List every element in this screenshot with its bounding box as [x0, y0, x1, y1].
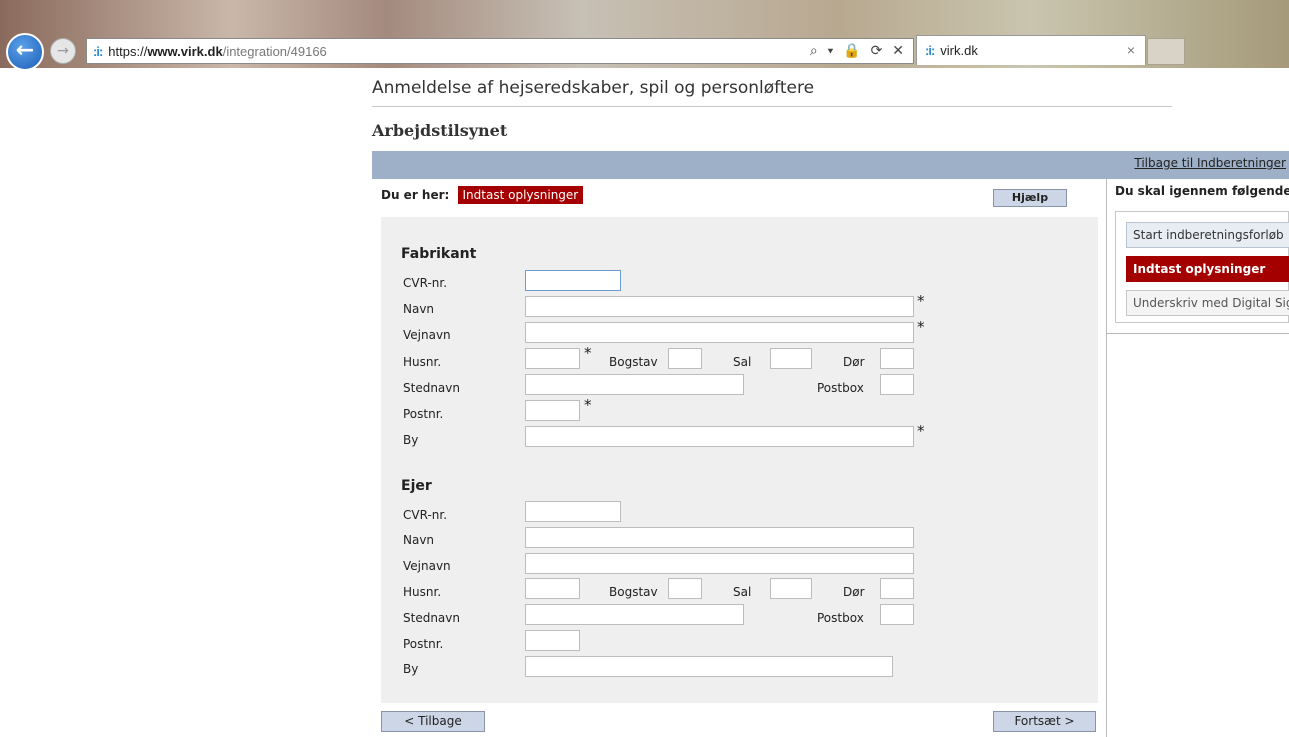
form-panel: [381, 217, 1098, 703]
step-start[interactable]: Start indberetningsforløb: [1126, 222, 1289, 248]
ejer-husnr-input[interactable]: [525, 578, 580, 599]
label-fab-postnr: Postnr.: [403, 407, 444, 421]
label-ejer-stednavn: Stednavn: [403, 611, 460, 625]
back-to-reports-link[interactable]: Tilbage til Indberetninger: [1134, 156, 1286, 170]
steps-divider: [1106, 333, 1289, 334]
site-favicon-icon: :i:: [93, 43, 103, 59]
address-bar[interactable]: :i: https://www.virk.dk/integration/4916…: [86, 38, 914, 64]
fab-bogstav-input[interactable]: [668, 348, 702, 369]
address-actions-icons[interactable]: ⌕ ▾ 🔒 ⟳ ✕: [810, 42, 907, 59]
breadcrumb: Du er her: Indtast oplysninger: [381, 186, 584, 204]
ejer-sal-input[interactable]: [770, 578, 812, 599]
section-title-ejer: Ejer: [401, 478, 432, 494]
ejer-postbox-input[interactable]: [880, 604, 914, 625]
fab-vejnavn-input[interactable]: [525, 322, 914, 343]
fab-postnr-input[interactable]: [525, 400, 580, 421]
url-host: www.virk.dk: [147, 43, 223, 59]
back-button[interactable]: < Tilbage: [381, 711, 485, 732]
fab-sal-input[interactable]: [770, 348, 812, 369]
ejer-vejnavn-input[interactable]: [525, 553, 914, 574]
label-fab-dor: Dør: [843, 355, 865, 369]
url-scheme: https://: [108, 43, 148, 59]
browser-tab[interactable]: :i: virk.dk ×: [916, 35, 1146, 65]
forward-arrow-icon[interactable]: →: [50, 38, 76, 64]
label-fab-postbox: Postbox: [817, 381, 864, 395]
ejer-dor-input[interactable]: [880, 578, 914, 599]
fab-by-input[interactable]: [525, 426, 914, 447]
required-mark: *: [917, 422, 925, 440]
tab-close-icon[interactable]: ×: [1127, 42, 1135, 58]
browser-chrome: ← → :i: https://www.virk.dk/integration/…: [0, 0, 1289, 71]
label-ejer-bogstav: Bogstav: [609, 585, 658, 599]
label-ejer-dor: Dør: [843, 585, 865, 599]
label-fab-stednavn: Stednavn: [403, 381, 460, 395]
back-arrow-icon[interactable]: ←: [6, 33, 44, 71]
ejer-cvr-input[interactable]: [525, 501, 621, 522]
fab-stednavn-input[interactable]: [525, 374, 744, 395]
label-fab-vejnavn: Vejnavn: [403, 328, 451, 342]
tab-favicon-icon: :i:: [925, 43, 935, 58]
fab-dor-input[interactable]: [880, 348, 914, 369]
required-mark: *: [584, 344, 592, 362]
label-fab-cvr: CVR-nr.: [403, 276, 448, 290]
steps-heading: Du skal igennem følgende: [1115, 184, 1289, 198]
steps-list: Start indberetningsforløb Indtast oplysn…: [1115, 211, 1289, 323]
label-fab-by: By: [403, 433, 419, 447]
fab-husnr-input[interactable]: [525, 348, 580, 369]
step-sign: Underskriv med Digital Signatur: [1126, 290, 1289, 316]
ejer-by-input[interactable]: [525, 656, 893, 677]
tab-title: virk.dk: [940, 43, 978, 58]
ejer-bogstav-input[interactable]: [668, 578, 702, 599]
label-ejer-sal: Sal: [733, 585, 752, 599]
organization-name: Arbejdstilsynet: [372, 121, 508, 140]
required-mark: *: [584, 396, 592, 414]
required-mark: *: [917, 318, 925, 336]
continue-button[interactable]: Fortsæt >: [993, 711, 1096, 732]
ejer-navn-input[interactable]: [525, 527, 914, 548]
section-title-fabrikant: Fabrikant: [401, 246, 477, 262]
ejer-postnr-input[interactable]: [525, 630, 580, 651]
breadcrumb-current: Indtast oplysninger: [457, 186, 584, 204]
url-path: /integration/49166: [222, 43, 327, 59]
label-ejer-vejnavn: Vejnavn: [403, 559, 451, 573]
help-button[interactable]: Hjælp: [993, 189, 1067, 207]
label-ejer-postbox: Postbox: [817, 611, 864, 625]
top-nav-bar: Tilbage til Indberetninger: [372, 151, 1289, 179]
label-fab-bogstav: Bogstav: [609, 355, 658, 369]
label-ejer-husnr: Husnr.: [403, 585, 442, 599]
fab-postbox-input[interactable]: [880, 374, 914, 395]
label-ejer-cvr: CVR-nr.: [403, 508, 448, 522]
fab-navn-input[interactable]: [525, 296, 914, 317]
required-mark: *: [917, 292, 925, 310]
label-fab-sal: Sal: [733, 355, 752, 369]
ejer-stednavn-input[interactable]: [525, 604, 744, 625]
label-fab-husnr: Husnr.: [403, 355, 442, 369]
fab-cvr-input[interactable]: [525, 270, 621, 291]
page-title: Anmeldelse af hejseredskaber, spil og pe…: [372, 78, 815, 98]
label-ejer-navn: Navn: [403, 533, 435, 547]
label-fab-navn: Navn: [403, 302, 435, 316]
title-divider: [372, 106, 1172, 107]
label-ejer-postnr: Postnr.: [403, 637, 444, 651]
new-tab-button[interactable]: [1147, 38, 1185, 65]
step-enter-info: Indtast oplysninger: [1126, 256, 1289, 282]
breadcrumb-label: Du er her:: [381, 188, 450, 202]
label-ejer-by: By: [403, 662, 419, 676]
